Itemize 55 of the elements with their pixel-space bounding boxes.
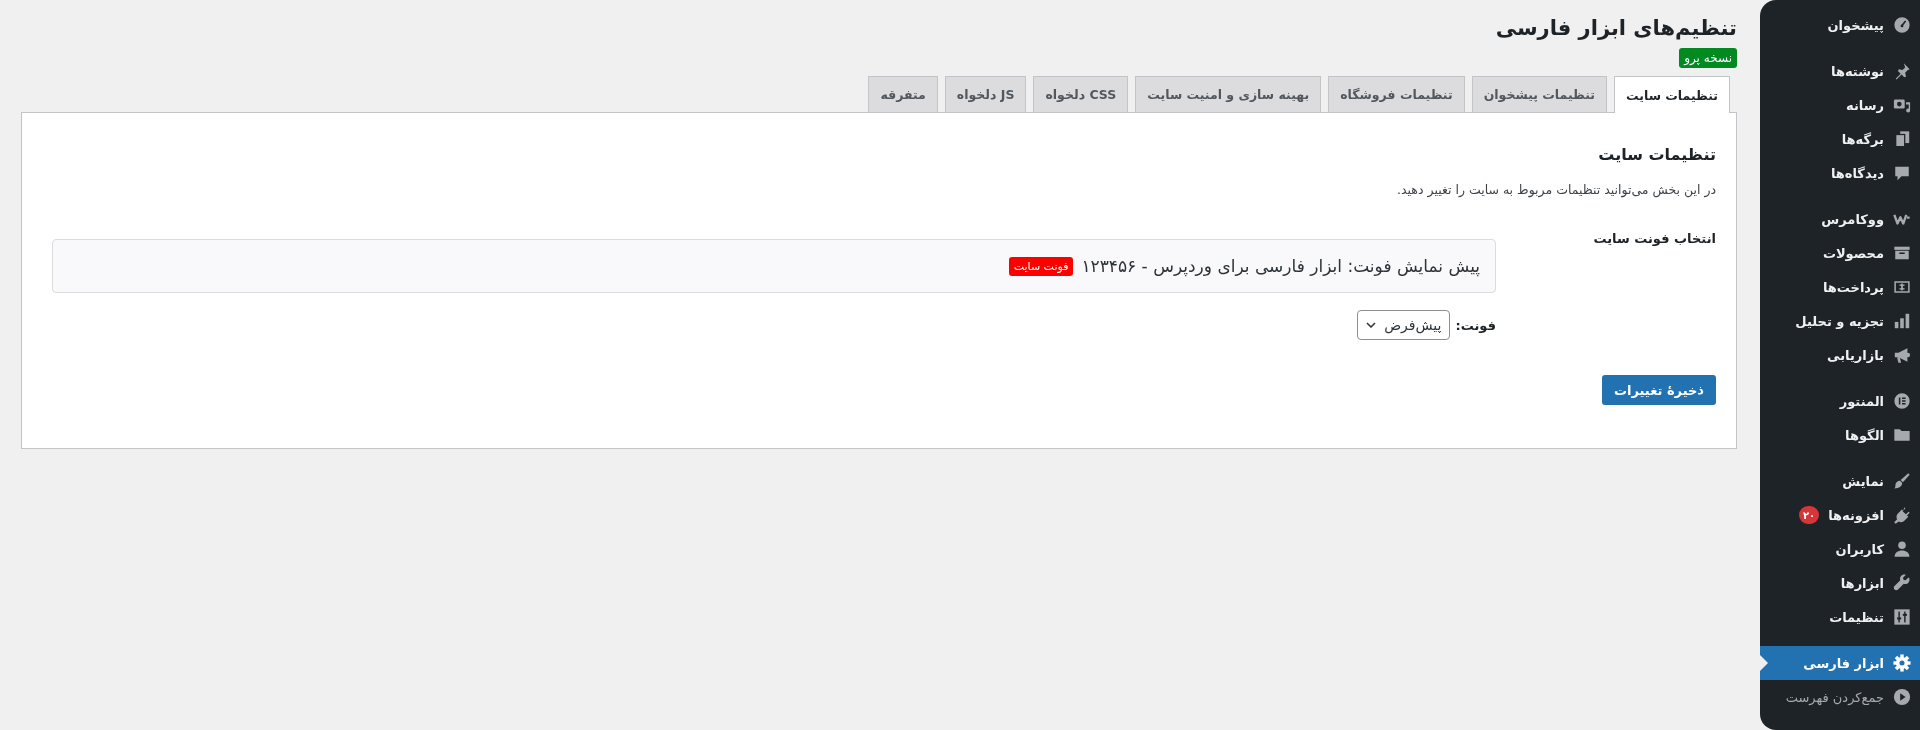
speech-bubble-icon xyxy=(1893,164,1911,182)
sidebar-item[interactable]: برگه‌ها xyxy=(1760,122,1920,156)
tab[interactable]: CSS دلخواه xyxy=(1033,76,1129,113)
sidebar-item[interactable]: المنتور xyxy=(1760,384,1920,418)
thumbtack-icon xyxy=(1893,62,1911,80)
font-label: فونت: xyxy=(1455,317,1496,333)
banknote-icon xyxy=(1893,278,1911,296)
sidebar-item[interactable]: تجزیه و تحلیل xyxy=(1760,304,1920,338)
sidebar-item[interactable]: ووکامرس xyxy=(1760,202,1920,236)
gear-icon xyxy=(1893,654,1911,672)
tab[interactable]: بهینه سازی و امنیت سایت xyxy=(1135,76,1322,113)
sidebar-item[interactable]: نوشته‌ها xyxy=(1760,54,1920,88)
sidebar-item[interactable]: نمایش xyxy=(1760,464,1920,498)
sliders-icon xyxy=(1893,608,1911,626)
tab[interactable]: تنظیمات فروشگاه xyxy=(1328,76,1465,113)
font-preview-text: پیش نمایش فونت: ابزار فارسی برای وردپرس - ۱۲۳۴۵۶ xyxy=(1081,256,1480,277)
plug-icon xyxy=(1893,506,1911,524)
sidebar-item[interactable]: ابزار فارسی xyxy=(1760,646,1920,680)
sidebar-item[interactable]: تنظیمات xyxy=(1760,600,1920,634)
section-description: در این بخش می‌توانید تنظیمات مربوط به سایت را تغییر دهید. xyxy=(1396,180,1716,200)
play-circle-icon xyxy=(1893,688,1911,706)
font-badge: فونت سایت xyxy=(1008,256,1074,276)
sidebar-item[interactable]: بازاریابی xyxy=(1760,338,1920,372)
sidebar-item[interactable]: پیشخوان xyxy=(1760,8,1920,42)
tab[interactable]: تنظیمات پیشخوان xyxy=(1471,76,1607,113)
wrench-icon xyxy=(1893,574,1911,592)
tab[interactable]: متفرقه xyxy=(868,76,938,113)
archive-box-icon xyxy=(1893,244,1911,262)
section-heading: تنظیمات سایت xyxy=(1597,144,1716,167)
field-label: انتخاب فونت سایت xyxy=(1593,231,1716,247)
collapse-menu-button[interactable]: جمع‌کردن فهرست xyxy=(1760,680,1920,714)
tab[interactable]: تنظیمات سایت xyxy=(1614,76,1730,114)
page-title: تنظیم‌های ابزار فارسی xyxy=(1495,15,1737,42)
sidebar-item[interactable]: کاربران xyxy=(1760,532,1920,566)
sidebar-item[interactable]: ابزارها xyxy=(1760,566,1920,600)
sidebar-item[interactable]: الگوها xyxy=(1760,418,1920,452)
font-select[interactable]: پیش‌فرض xyxy=(1357,310,1451,341)
sidebar-item[interactable]: افزونه‌ها ۲۰ xyxy=(1760,498,1920,532)
circle-bars-icon xyxy=(1893,392,1911,410)
sidebar-item[interactable]: محصولات xyxy=(1760,236,1920,270)
paintbrush-icon xyxy=(1893,472,1911,490)
megaphone-icon xyxy=(1893,346,1911,364)
gauge-icon xyxy=(1893,16,1911,34)
save-button[interactable]: ذخیرهٔ تغییرات xyxy=(1601,375,1716,406)
tab[interactable]: JS دلخواه xyxy=(944,76,1027,113)
sidebar-item[interactable]: پرداخت‌ها xyxy=(1760,270,1920,304)
sidebar-item[interactable]: رسانه xyxy=(1760,88,1920,122)
user-icon xyxy=(1893,540,1911,558)
folder-icon xyxy=(1893,426,1911,444)
pro-badge: نسخه پرو xyxy=(1679,48,1737,69)
documents-icon xyxy=(1893,130,1911,148)
sidebar-item[interactable]: دیدگاه‌ها xyxy=(1760,156,1920,190)
chevron-down-icon xyxy=(1366,322,1377,329)
count-badge: ۲۰ xyxy=(1799,506,1820,524)
bar-chart-icon xyxy=(1893,312,1911,330)
